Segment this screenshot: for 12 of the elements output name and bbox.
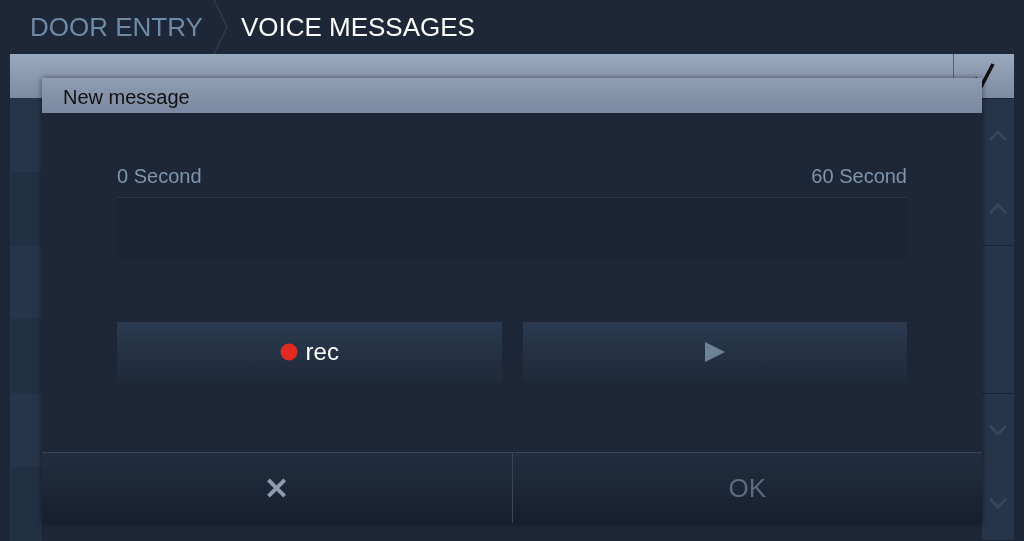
start-time-label: 0 Second (117, 165, 202, 188)
record-button[interactable]: rec (117, 322, 502, 382)
play-icon (702, 340, 727, 364)
breadcrumb-item[interactable]: VOICE MESSAGES (240, 11, 475, 43)
play-button[interactable] (522, 322, 907, 382)
end-time-label: 60 Second (811, 165, 907, 188)
breadcrumb-separator (212, 0, 229, 54)
checkmark-icon[interactable] (973, 62, 995, 90)
cancel-button[interactable]: ✕ (42, 453, 512, 523)
dialog-title: New message (42, 78, 982, 113)
breadcrumb-item[interactable]: DOOR ENTRY (30, 11, 203, 43)
record-dot-icon (279, 343, 298, 361)
